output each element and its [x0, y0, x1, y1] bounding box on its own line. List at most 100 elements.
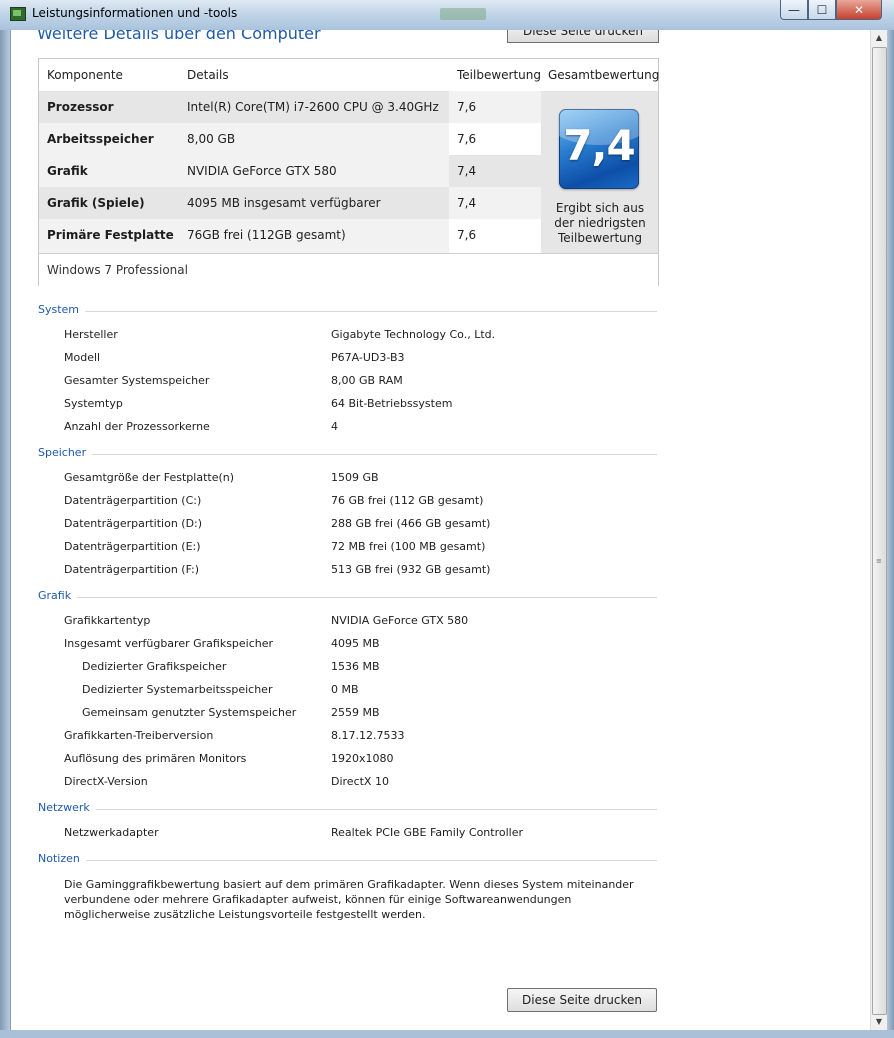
- header-overall: Gesamtbewertung: [548, 68, 660, 82]
- component-subscore: 7,6: [449, 91, 541, 123]
- score-row-graphics: Grafik NVIDIA GeForce GTX 580 7,4: [39, 155, 541, 187]
- section-title: Netzwerk: [38, 801, 96, 814]
- performance-app-icon: [10, 7, 26, 21]
- detail-value: Gigabyte Technology Co., Ltd.: [331, 328, 496, 341]
- detail-key: DirectX-Version: [64, 775, 148, 788]
- detail-value: 1536 MB: [331, 660, 380, 673]
- detail-key: Hersteller: [64, 328, 118, 341]
- notes-text: Die Gaminggrafikbewertung basiert auf de…: [64, 878, 634, 921]
- detail-row: Datenträgerpartition (F:) 513 GB frei (93…: [11, 563, 871, 583]
- component-subscore: 7,4: [449, 155, 541, 187]
- scroll-up-arrow-icon[interactable]: ▲: [871, 30, 887, 46]
- window-title: Leistungsinformationen und -tools: [32, 6, 238, 20]
- detail-row: Insgesamt verfügbarer Grafikspeicher 4095…: [11, 637, 871, 657]
- component-details: NVIDIA GeForce GTX 580: [179, 155, 449, 187]
- header-component: Komponente: [47, 68, 123, 82]
- header-details: Details: [187, 68, 229, 82]
- score-row-primary-disk: Primäre Festplatte 76GB frei (112GB gesa…: [39, 219, 541, 253]
- section-header-storage: Speicher: [38, 446, 657, 462]
- window-border-bottom: [0, 1030, 894, 1038]
- scroll-down-arrow-icon[interactable]: ▼: [871, 1014, 887, 1030]
- detail-value: 8,00 GB RAM: [331, 374, 403, 387]
- detail-row: Grafikkarten-Treiberversion 8.17.12.7533: [11, 729, 871, 749]
- close-button[interactable]: ✕: [836, 0, 882, 20]
- detail-row: Gesamtgröße der Festplatte(n) 1509 GB: [11, 471, 871, 491]
- detail-key: Gesamter Systemspeicher: [64, 374, 210, 387]
- content-area: Weitere Details über den Computer Diese …: [10, 30, 871, 1030]
- detail-row: Datenträgerpartition (C:) 76 GB frei (112…: [11, 494, 871, 514]
- detail-row: Grafikkartentyp NVIDIA GeForce GTX 580: [11, 614, 871, 634]
- detail-key: Modell: [64, 351, 101, 364]
- component-details: 76GB frei (112GB gesamt): [179, 219, 449, 253]
- score-table-header: Komponente Details Teilbewertung Gesamtb…: [39, 59, 660, 91]
- section-title: Notizen: [38, 852, 86, 865]
- section-divider: [38, 860, 657, 861]
- score-row-ram: Arbeitsspeicher (RAM) 8,00 GB 7,6: [39, 123, 541, 178]
- component-subscore: 7,4: [449, 187, 541, 219]
- section-header-graphics: Grafik: [38, 589, 657, 605]
- component-name: Prozessor: [39, 91, 179, 123]
- detail-value: NVIDIA GeForce GTX 580: [331, 614, 469, 627]
- titlebar-glass-highlight: [440, 8, 486, 20]
- section-title: Speicher: [38, 446, 93, 459]
- detail-value: 513 GB frei (932 GB gesamt): [331, 563, 491, 576]
- section-divider: [38, 454, 657, 455]
- detail-key: Datenträgerpartition (C:): [64, 494, 202, 507]
- detail-key: Gesamtgröße der Festplatte(n): [64, 471, 235, 484]
- detail-value: 0 MB: [331, 683, 359, 696]
- score-row-processor: Prozessor Intel(R) Core(TM) i7-2600 CPU …: [39, 91, 541, 123]
- detail-key: Netzwerkadapter: [64, 826, 159, 839]
- detail-row: Dedizierter Grafikspeicher 1536 MB: [11, 660, 871, 680]
- minimize-button[interactable]: —: [780, 0, 808, 20]
- section-header-network: Netzwerk: [38, 801, 657, 817]
- detail-row: Gesamter Systemspeicher 8,00 GB RAM: [11, 374, 871, 394]
- section-header-system: System: [38, 303, 657, 319]
- detail-key: Dedizierter Systemarbeitsspeicher: [82, 683, 273, 696]
- maximize-button[interactable]: ☐: [808, 0, 836, 20]
- component-subscore: 7,6: [449, 219, 541, 253]
- window-border-right: [886, 30, 894, 1038]
- print-page-button-top[interactable]: Diese Seite drucken: [507, 30, 659, 43]
- window-controls: — ☐ ✕: [780, 0, 882, 20]
- detail-value: 2559 MB: [331, 706, 380, 719]
- section-title: System: [38, 303, 86, 316]
- component-details: 8,00 GB: [179, 123, 449, 155]
- detail-value: 4095 MB: [331, 637, 380, 650]
- detail-row: Anzahl der Prozessorkerne 4: [11, 420, 871, 440]
- detail-key: Gemeinsam genutzter Systemspeicher: [82, 706, 297, 719]
- scroll-thumb[interactable]: ≡: [872, 47, 887, 1015]
- vertical-scrollbar[interactable]: ▲ ≡ ▼: [870, 30, 887, 1030]
- detail-value: 1920x1080: [331, 752, 394, 765]
- component-details: Intel(R) Core(TM) i7-2600 CPU @ 3.40GHz: [179, 91, 449, 123]
- header-subscore: Teilbewertung: [457, 68, 542, 82]
- detail-value: 8.17.12.7533: [331, 729, 405, 742]
- section-divider: [38, 597, 657, 598]
- window-border-left: [0, 30, 10, 1038]
- scroll-grip-icon: ≡: [876, 557, 882, 565]
- detail-key: Datenträgerpartition (F:): [64, 563, 200, 576]
- score-row-gaming-graphics: Grafik (Spiele) 4095 MB insgesamt verfüg…: [39, 187, 541, 242]
- detail-value: P67A-UD3-B3: [331, 351, 405, 364]
- score-table: Komponente Details Teilbewertung Gesamtb…: [38, 58, 659, 286]
- base-score-badge: 7,4: [559, 109, 639, 189]
- detail-key: Systemtyp: [64, 397, 123, 410]
- page-heading: Weitere Details über den Computer: [37, 30, 321, 43]
- detail-row: Auflösung des primären Monitors 1920x1080: [11, 752, 871, 772]
- os-edition: Windows 7 Professional: [47, 263, 188, 277]
- detail-key: Dedizierter Grafikspeicher: [82, 660, 227, 673]
- section-divider: [38, 809, 657, 810]
- detail-row: Datenträgerpartition (E:) 72 MB frei (100…: [11, 540, 871, 560]
- print-page-button[interactable]: Diese Seite drucken: [507, 988, 657, 1012]
- overall-score-cell: 7,4 Ergibt sich aus der niedrigsten Teil…: [541, 91, 658, 253]
- overall-score-note: Ergibt sich aus der niedrigsten Teilbewe…: [554, 201, 646, 245]
- section-divider: [38, 311, 657, 312]
- detail-value: 4: [331, 420, 338, 433]
- detail-row: Hersteller Gigabyte Technology Co., Ltd.: [11, 328, 871, 348]
- section-header-notes: Notizen: [38, 852, 657, 868]
- overall-score: 7,4: [563, 121, 635, 170]
- component-details: 4095 MB insgesamt verfügbarer Grafikspei…: [179, 187, 449, 242]
- detail-row: Dedizierter Systemarbeitsspeicher 0 MB: [11, 683, 871, 703]
- component-name: Arbeitsspeicher (RAM): [39, 123, 179, 178]
- detail-key: Datenträgerpartition (D:): [64, 517, 203, 530]
- detail-key: Grafikkartentyp: [64, 614, 151, 627]
